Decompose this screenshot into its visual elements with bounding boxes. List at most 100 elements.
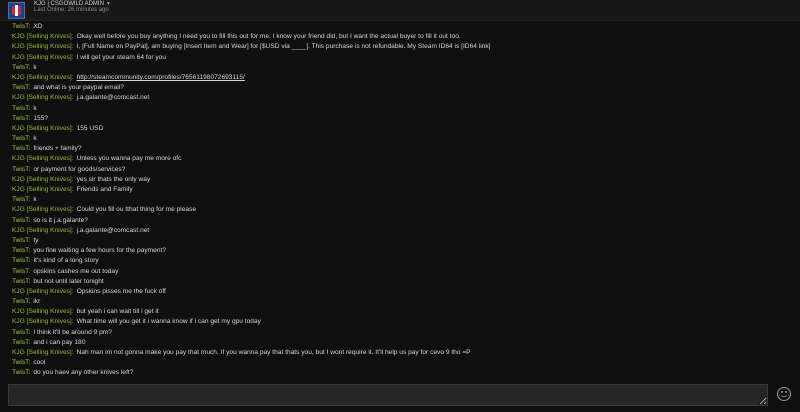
chat-message: TwisT: cool bbox=[12, 358, 792, 368]
chat-message: KJG [Selling Knives]: I, [Full Name on Pa… bbox=[12, 42, 792, 52]
emoticon-icon[interactable] bbox=[777, 387, 791, 401]
message-sender[interactable]: KJG [Selling Knives]: bbox=[12, 349, 74, 356]
message-sender[interactable]: TwisT: bbox=[12, 64, 30, 71]
friend-status: Last Online: 26 minutes ago bbox=[34, 7, 109, 13]
message-sender[interactable]: TwisT: bbox=[12, 359, 30, 366]
message-text: I, [Full Name on PayPal], am buying [Ins… bbox=[76, 43, 491, 51]
chat-message: KJG [Selling Knives]: but yeah i can wait… bbox=[12, 307, 792, 317]
message-sender[interactable]: TwisT: bbox=[12, 196, 30, 203]
chat-message: TwisT: k bbox=[12, 63, 792, 73]
message-text: but not until later tonight bbox=[33, 277, 104, 285]
message-sender[interactable]: TwisT: bbox=[12, 237, 30, 244]
chat-message: KJG [Selling Knives]: Could you fill ou t… bbox=[12, 205, 792, 215]
message-sender[interactable]: KJG [Selling Knives]: bbox=[12, 94, 74, 101]
chat-message: TwisT: It's kind of a long story bbox=[12, 256, 792, 266]
message-text: 155 USD bbox=[76, 124, 104, 132]
message-input[interactable] bbox=[8, 384, 768, 406]
message-text: k bbox=[33, 104, 37, 112]
chat-message: KJG [Selling Knives]: Unless you wanna pa… bbox=[12, 154, 792, 164]
message-text: you fine waiting a few hours for the pay… bbox=[33, 247, 167, 255]
friend-name[interactable]: KJG | CSGOWILD ADMIN ▾ bbox=[34, 0, 110, 7]
chat-message: KJG [Selling Knives]: j.a.galante@comcast… bbox=[12, 226, 792, 236]
chat-message: TwisT: and what is your paypal email? bbox=[12, 83, 792, 93]
message-sender[interactable]: KJG [Selling Knives]: bbox=[12, 54, 74, 61]
message-text: cool bbox=[33, 359, 46, 367]
message-sender[interactable]: KJG [Selling Knives]: bbox=[12, 288, 74, 295]
avatar-logo-white bbox=[15, 5, 18, 16]
message-sender[interactable]: TwisT: bbox=[12, 145, 30, 152]
message-text: j.a.galante@comcast.net bbox=[76, 226, 150, 234]
message-text: and i can pay 180 bbox=[33, 338, 86, 346]
chat-message: TwisT: do you haev any other knives left? bbox=[12, 368, 792, 378]
message-text: Opskins pisses me the fuck off bbox=[76, 287, 166, 295]
message-text: Okay well before you buy anything I need… bbox=[76, 33, 461, 41]
message-text: k bbox=[33, 196, 37, 204]
chat-message: TwisT: ikr bbox=[12, 297, 792, 307]
message-sender[interactable]: TwisT: bbox=[12, 247, 30, 254]
message-text: j.a.galante@comcast.net bbox=[76, 94, 150, 102]
message-text: but yeah i can wait till i get it bbox=[76, 308, 159, 316]
message-link[interactable]: http://steamcommunity.com/profiles/76561… bbox=[77, 74, 245, 81]
chat-message: TwisT: opskins cashes me out today bbox=[12, 267, 792, 277]
chat-message: KJG [Selling Knives]: 155 USD bbox=[12, 124, 792, 134]
message-text: so is it j.a.galante? bbox=[33, 216, 88, 224]
avatar[interactable] bbox=[8, 2, 25, 19]
message-sender[interactable]: TwisT: bbox=[12, 135, 30, 142]
chat-message: KJG [Selling Knives]: yes sir thats the o… bbox=[12, 175, 792, 185]
message-text: yes sir thats the only way bbox=[76, 175, 151, 183]
message-text: ikr bbox=[33, 298, 41, 306]
message-sender[interactable]: TwisT: bbox=[12, 166, 30, 173]
message-sender[interactable]: TwisT: bbox=[12, 339, 30, 346]
message-sender[interactable]: TwisT: bbox=[12, 329, 30, 336]
chat-message: KJG [Selling Knives]: Opskins pisses me t… bbox=[12, 287, 792, 297]
chat-message: KJG [Selling Knives]: I will get your ste… bbox=[12, 53, 792, 63]
message-sender[interactable]: KJG [Selling Knives]: bbox=[12, 155, 74, 162]
message-sender[interactable]: KJG [Selling Knives]: bbox=[12, 186, 74, 193]
message-sender[interactable]: TwisT: bbox=[12, 257, 30, 264]
message-sender[interactable]: TwisT: bbox=[12, 105, 30, 112]
chat-log[interactable]: TwisT: XD KJG [Selling Knives]: Okay well b… bbox=[12, 22, 792, 378]
message-text: ty bbox=[33, 236, 39, 244]
message-text: I will get your steam 64 for you bbox=[76, 53, 166, 61]
message-text: and what is your paypal email? bbox=[33, 84, 124, 92]
message-sender[interactable]: KJG [Selling Knives]: bbox=[12, 74, 74, 81]
message-text: XD bbox=[33, 23, 43, 30]
message-sender[interactable]: KJG [Selling Knives]: bbox=[12, 43, 74, 50]
emoticon-mouth bbox=[781, 393, 787, 397]
message-text: What time will you get it i wanna know i… bbox=[76, 318, 261, 326]
chat-message: TwisT: and i can pay 180 bbox=[12, 338, 792, 348]
message-text: It's kind of a long story bbox=[33, 257, 99, 265]
message-sender[interactable]: KJG [Selling Knives]: bbox=[12, 176, 74, 183]
message-sender[interactable]: KJG [Selling Knives]: bbox=[12, 227, 74, 234]
message-sender[interactable]: TwisT: bbox=[12, 23, 30, 30]
message-sender[interactable]: KJG [Selling Knives]: bbox=[12, 206, 74, 213]
message-text: Friends and Family bbox=[76, 186, 133, 193]
message-text: k bbox=[33, 63, 37, 71]
message-sender[interactable]: TwisT: bbox=[12, 84, 30, 91]
chat-message: TwisT: ty bbox=[12, 236, 792, 246]
message-text: Unless you wanna pay me more ofc bbox=[76, 155, 182, 163]
message-text: I think it'll be around 9 pm? bbox=[33, 328, 112, 336]
chat-message: TwisT: so is it j.a.galante? bbox=[12, 216, 792, 226]
message-sender[interactable]: KJG [Selling Knives]: bbox=[12, 33, 74, 40]
chat-header: KJG | CSGOWILD ADMIN ▾ Last Online: 26 mi… bbox=[0, 0, 800, 21]
message-sender[interactable]: TwisT: bbox=[12, 369, 30, 376]
message-sender[interactable]: TwisT: bbox=[12, 278, 30, 285]
message-sender[interactable]: TwisT: bbox=[12, 298, 30, 305]
chat-message: TwisT: k bbox=[12, 195, 792, 205]
message-sender[interactable]: KJG [Selling Knives]: bbox=[12, 318, 74, 325]
chat-message: KJG [Selling Knives]: j.a.galante@comcast… bbox=[12, 93, 792, 103]
chat-message: KJG [Selling Knives]: Nah man im not gonn… bbox=[12, 348, 792, 358]
message-sender[interactable]: TwisT: bbox=[12, 217, 30, 224]
chat-message: KJG [Selling Knives]: http://steamcommuni… bbox=[12, 73, 792, 83]
chat-message: KJG [Selling Knives]: Okay well before yo… bbox=[12, 32, 792, 42]
chat-message: TwisT: 155? bbox=[12, 114, 792, 124]
chat-message: TwisT: k bbox=[12, 104, 792, 114]
message-sender[interactable]: KJG [Selling Knives]: bbox=[12, 125, 74, 132]
message-sender[interactable]: TwisT: bbox=[12, 268, 30, 275]
chat-message: KJG [Selling Knives]: Friends and Family bbox=[12, 185, 792, 195]
chat-message: TwisT: k bbox=[12, 134, 792, 144]
message-sender[interactable]: TwisT: bbox=[12, 115, 30, 122]
message-sender[interactable]: KJG [Selling Knives]: bbox=[12, 308, 74, 315]
chat-message: KJG [Selling Knives]: What time will you … bbox=[12, 317, 792, 327]
